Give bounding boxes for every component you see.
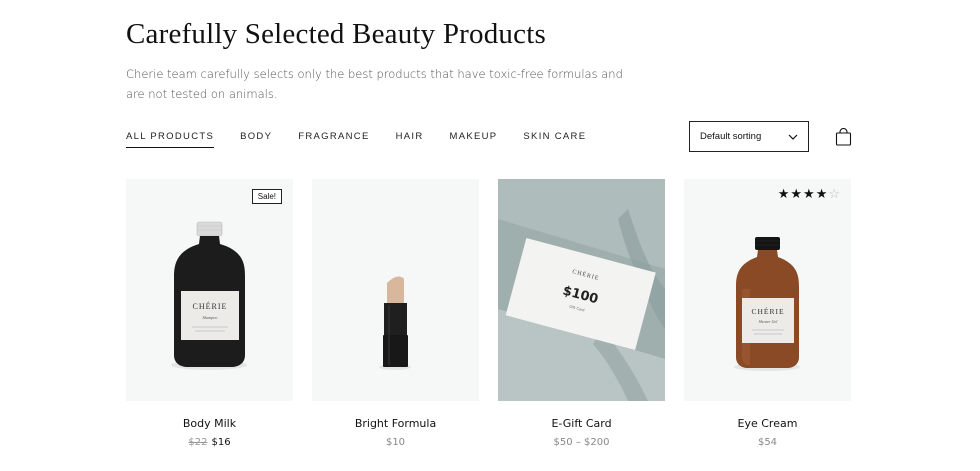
tab-all-products[interactable]: ALL PRODUCTS [126,131,215,148]
star-filled-icon: ★ [790,186,804,201]
page-title: Carefully Selected Beauty Products [126,18,546,50]
product-card-e-gift-card[interactable]: CHÉRIE $100 Gift Card [498,179,665,401]
sale-badge: Sale! [251,189,282,204]
product-name[interactable]: Body Milk [126,417,293,430]
product-card-body-milk[interactable]: CHÉRIE Shampoo Sale! [126,179,293,401]
product-price: $22 $16 [126,437,293,448]
tab-body[interactable]: BODY [240,131,272,148]
sort-select[interactable]: Default sorting [689,121,809,152]
chevron-down-icon [788,134,798,140]
product-image-body-milk: CHÉRIE Shampoo [126,179,293,401]
product-price: $10 [385,437,406,448]
price-old: $22 [188,437,208,448]
price-current: $16 [211,437,231,448]
svg-text:CHÉRIE: CHÉRIE [751,306,784,316]
page-subtitle: Cherie team carefully selects only the b… [126,67,623,101]
svg-text:Shampoo: Shampoo [203,315,218,320]
star-filled-icon: ★ [777,186,791,201]
star-filled-icon: ★ [815,186,829,201]
star-empty-icon: ☆ [828,186,841,201]
product-image-eye-cream: CHÉRIE Shower Gel [684,179,851,401]
tab-makeup[interactable]: MAKEUP [450,131,498,148]
product-name[interactable]: E-Gift Card [498,417,665,430]
tab-hair[interactable]: HAIR [396,131,424,148]
svg-text:Shower Gel: Shower Gel [759,319,779,324]
category-tabs: ALL PRODUCTS BODY FRAGRANCE HAIR MAKEUP … [126,131,612,148]
tab-skin-care[interactable]: SKIN CARE [523,131,586,148]
product-card-eye-cream[interactable]: CHÉRIE Shower Gel ★★★★☆ [684,179,851,401]
product-image-bright-formula [312,179,479,401]
product-price: $50 – $200 [553,437,610,448]
shopping-bag-icon[interactable] [835,128,852,146]
sort-select-value: Default sorting [700,131,762,142]
svg-text:CHÉRIE: CHÉRIE [193,301,228,311]
tab-fragrance[interactable]: FRAGRANCE [298,131,369,148]
product-card-bright-formula[interactable] [312,179,479,401]
product-name[interactable]: Eye Cream [684,417,851,430]
rating-stars: ★★★★☆ [778,186,841,202]
product-price: $54 [757,437,778,448]
star-filled-icon: ★ [803,186,816,201]
product-image-e-gift-card: CHÉRIE $100 Gift Card [498,179,665,401]
product-name[interactable]: Bright Formula [312,417,479,430]
